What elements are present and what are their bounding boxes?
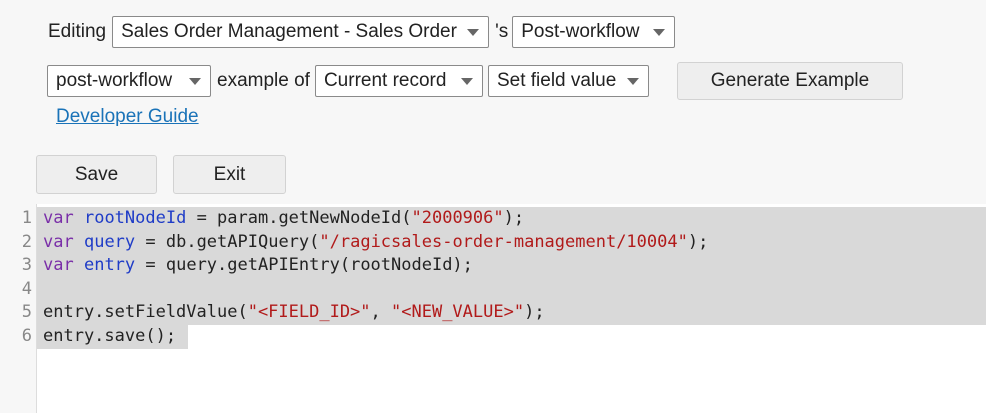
generate-example-label: Generate Example <box>710 70 870 91</box>
possessive-label: 's <box>495 21 509 42</box>
type-select-value: post-workflow <box>56 70 173 91</box>
code-area[interactable]: var rootNodeId = param.getNewNodeId("200… <box>37 204 986 413</box>
editing-row: Editing Sales Order Management - Sales O… <box>48 16 676 48</box>
line-number: 2 <box>21 231 32 252</box>
chevron-down-icon <box>626 78 639 85</box>
sheet-select[interactable]: Sales Order Management - Sales Order <box>112 16 490 48</box>
record-select[interactable]: Current record <box>314 65 483 97</box>
action-select[interactable]: Set field value <box>487 65 649 97</box>
save-label: Save <box>74 163 119 185</box>
line-number-gutter: 1 2 3 4 5 6 <box>0 204 37 413</box>
code-line: var entry = query.getAPIEntry(rootNodeId… <box>43 255 473 275</box>
code-line: var rootNodeId = param.getNewNodeId("200… <box>43 208 525 228</box>
line-number: 4 <box>21 278 32 299</box>
chevron-down-icon <box>653 29 666 36</box>
editing-label: Editing <box>48 21 107 42</box>
generate-example-button[interactable]: Generate Example <box>677 62 903 100</box>
chevron-down-icon <box>189 78 201 85</box>
trigger-select[interactable]: Post-workflow <box>512 16 676 48</box>
sheet-select-value: Sales Order Management - Sales Order <box>121 21 457 42</box>
line-number: 3 <box>21 255 32 275</box>
record-select-value: Current record <box>323 70 447 91</box>
chevron-down-icon <box>460 78 473 85</box>
example-row: post-workflow example of Current record … <box>47 65 649 97</box>
example-of-label: example of <box>217 70 310 91</box>
code-editor[interactable]: 1 2 3 4 5 6 var rootNodeId = param.getNe… <box>0 204 986 413</box>
trigger-select-value: Post-workflow <box>521 21 640 42</box>
code-line: var query = db.getAPIQuery("/ragicsales-… <box>43 231 709 252</box>
exit-label: Exit <box>213 163 246 185</box>
save-button[interactable]: Save <box>36 155 157 194</box>
chevron-down-icon <box>467 29 480 36</box>
exit-button[interactable]: Exit <box>173 155 286 194</box>
line-number: 6 <box>21 325 32 346</box>
type-select[interactable]: post-workflow <box>47 65 211 97</box>
line-number: 1 <box>21 208 32 228</box>
code-line: entry.setFieldValue("<FIELD_ID>", "<NEW_… <box>43 302 545 322</box>
action-select-value: Set field value <box>496 70 617 91</box>
line-number: 5 <box>21 302 32 322</box>
developer-guide-link[interactable]: Developer Guide <box>56 106 199 128</box>
code-line: entry.save(); <box>43 325 177 346</box>
